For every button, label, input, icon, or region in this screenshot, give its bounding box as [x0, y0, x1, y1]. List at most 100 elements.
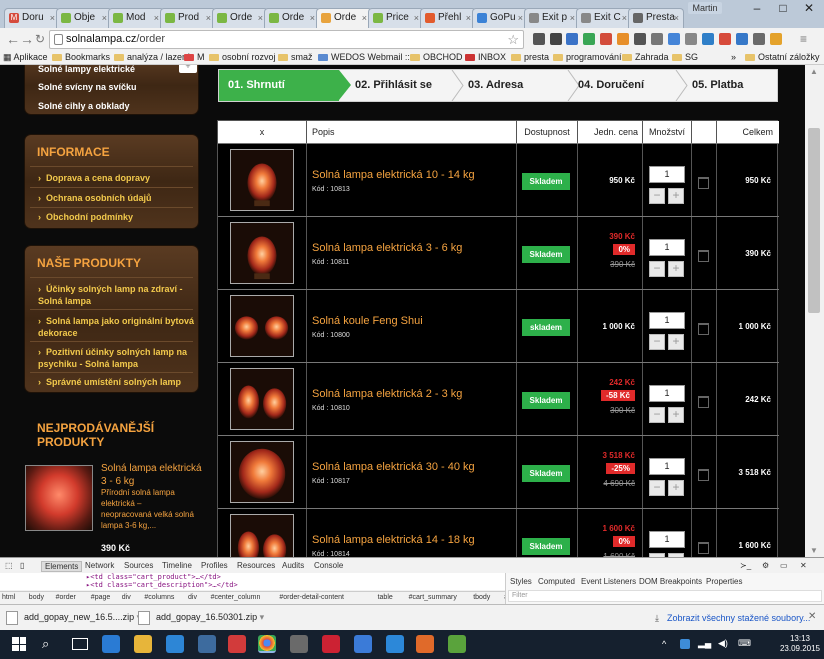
article-link-cont[interactable]: dekorace	[38, 328, 78, 338]
styles-tab[interactable]: Styles	[510, 577, 532, 586]
product-thumbnail[interactable]	[230, 368, 294, 430]
dom-breakpoints-tab[interactable]: DOM Breakpoints	[639, 577, 702, 586]
store-icon[interactable]	[166, 635, 184, 653]
bookmark-star-icon[interactable]: ☆	[507, 32, 519, 48]
scroll-down-icon[interactable]: ▼	[810, 546, 818, 555]
product-name-link[interactable]: Solná lampa elektrická 30 - 40 kg	[312, 461, 475, 473]
dock-icon[interactable]: ▭	[780, 561, 788, 570]
volume-icon[interactable]: ◀)	[718, 638, 728, 649]
devtools-tab-network[interactable]: Network	[85, 561, 114, 570]
browser-tab[interactable]: Orde ×	[212, 8, 268, 28]
devtools-tab-elements[interactable]: Elements	[41, 561, 83, 572]
task-view-icon[interactable]	[72, 638, 88, 650]
extension-icon[interactable]	[736, 33, 748, 45]
tray-app-icon[interactable]	[680, 639, 690, 649]
event-listeners-tab[interactable]: Event Listeners	[581, 577, 636, 586]
devtools-tab-profiles[interactable]: Profiles	[201, 561, 228, 570]
article-link[interactable]: › Pozitivní účinky solných lamp na	[38, 347, 187, 357]
app-icon[interactable]	[228, 635, 246, 653]
product-name-link[interactable]: Solná koule Feng Shui	[312, 315, 423, 327]
quantity-increase-button[interactable]: +	[668, 407, 684, 423]
quantity-decrease-button[interactable]: −	[649, 407, 665, 423]
close-window-button[interactable]: ✕	[796, 0, 822, 18]
devtools-tab-console[interactable]: Console	[314, 561, 343, 570]
page-scrollbar[interactable]: ▲ ▼	[805, 65, 824, 557]
extension-icon[interactable]	[566, 33, 578, 45]
step-payment[interactable]: 05. Platba	[692, 70, 743, 101]
article-link-cont[interactable]: Solná lampa	[38, 296, 91, 306]
app-icon[interactable]	[354, 635, 372, 653]
settings-icon[interactable]: ⚙	[762, 561, 769, 570]
quantity-decrease-button[interactable]: −	[649, 261, 665, 277]
quantity-input[interactable]: 1	[649, 458, 685, 475]
quantity-decrease-button[interactable]: −	[649, 334, 665, 350]
bookmarks-overflow[interactable]: »	[731, 51, 736, 64]
article-link[interactable]: › Správné umístění solných lamp	[38, 377, 181, 387]
bookmark-folder[interactable]: programování	[553, 51, 622, 64]
browser-tab[interactable]: Prod ×	[160, 8, 216, 28]
close-tab-icon[interactable]: ×	[206, 9, 211, 27]
close-tab-icon[interactable]: ×	[50, 9, 55, 27]
extension-icon[interactable]	[702, 33, 714, 45]
device-icon[interactable]: ▯	[20, 561, 24, 570]
opera-icon[interactable]	[322, 635, 340, 653]
extension-icon[interactable]	[583, 33, 595, 45]
extension-icon[interactable]	[753, 33, 765, 45]
close-tab-icon[interactable]: ×	[154, 9, 159, 27]
close-tab-icon[interactable]: ×	[258, 9, 263, 27]
start-icon[interactable]	[12, 637, 26, 651]
article-link-cont[interactable]: psychiku - Solná lampa	[38, 359, 138, 369]
product-name-link[interactable]: Solná lampa elektrická 3 - 6 kg	[312, 242, 462, 254]
dom-breadcrumb[interactable]: body	[29, 592, 44, 604]
step-address[interactable]: 03. Adresa	[468, 70, 523, 101]
extension-icon[interactable]	[617, 33, 629, 45]
dom-breadcrumb[interactable]: div	[188, 592, 197, 604]
dom-breadcrumb[interactable]: #center_column	[211, 592, 261, 604]
product-name-link[interactable]: Solná lampa elektrická 10 - 14 kg	[312, 169, 475, 181]
extension-icon[interactable]	[651, 33, 663, 45]
chrome-icon[interactable]	[258, 635, 276, 653]
clock[interactable]: 13:13 23.09.2015	[780, 634, 820, 654]
close-tab-icon[interactable]: ×	[310, 9, 315, 27]
extension-icon[interactable]	[719, 33, 731, 45]
product-name-link[interactable]: Solná lampa elektrická 2 - 3 kg	[312, 388, 462, 400]
bookmark-folder[interactable]: OBCHOD	[410, 51, 463, 64]
app-icon[interactable]	[290, 635, 308, 653]
step-login[interactable]: 02. Přihlásit se	[355, 70, 432, 101]
extension-icon[interactable]	[770, 33, 782, 45]
close-tab-icon[interactable]: ×	[414, 9, 419, 27]
delete-icon[interactable]	[698, 323, 709, 335]
dom-breadcrumb[interactable]: #order	[56, 592, 76, 604]
devtools-tab-audits[interactable]: Audits	[282, 561, 304, 570]
extension-icon[interactable]	[533, 33, 545, 45]
app-icon[interactable]	[386, 635, 404, 653]
download-item[interactable]: add_gopay_new_16.5....zip ▾	[4, 609, 141, 627]
browser-tab[interactable]: Obje ×	[56, 8, 112, 28]
extension-icon[interactable]	[600, 33, 612, 45]
quantity-decrease-button[interactable]: −	[649, 188, 665, 204]
maximize-button[interactable]: □	[770, 0, 796, 18]
minimize-button[interactable]: –	[744, 0, 770, 18]
close-tab-icon[interactable]: ×	[102, 9, 107, 27]
collapse-button[interactable]: +	[179, 65, 197, 73]
forward-icon[interactable]: →	[20, 31, 34, 47]
quantity-input[interactable]: 1	[649, 239, 685, 256]
app-icon[interactable]	[416, 635, 434, 653]
close-tab-icon[interactable]: ×	[362, 9, 367, 27]
browser-tab[interactable]: GoPu ×	[472, 8, 528, 28]
dom-breadcrumb[interactable]: table	[378, 592, 393, 604]
browser-tab[interactable]: Price ×	[368, 8, 424, 28]
browser-tab[interactable]: Exit C ×	[576, 8, 632, 28]
article-link[interactable]: › Účinky solných lamp na zdraví -	[38, 284, 183, 294]
styles-filter-input[interactable]: Filter	[508, 590, 822, 602]
browser-tab[interactable]: Přehl ×	[420, 8, 476, 28]
dom-breadcrumb[interactable]: #columns	[144, 592, 174, 604]
bestseller-name-cont[interactable]: 3 - 6 kg	[101, 476, 134, 487]
extension-icon[interactable]	[550, 33, 562, 45]
devtools-tab-sources[interactable]: Sources	[124, 561, 153, 570]
article-link[interactable]: › Solná lampa jako originální bytová	[38, 316, 194, 326]
console-drawer-icon[interactable]: ≻_	[740, 561, 751, 570]
browser-tab[interactable]: M Doru ×	[4, 8, 60, 28]
browser-tab[interactable]: Presta ×	[628, 8, 684, 28]
devtools-tab-timeline[interactable]: Timeline	[162, 561, 192, 570]
